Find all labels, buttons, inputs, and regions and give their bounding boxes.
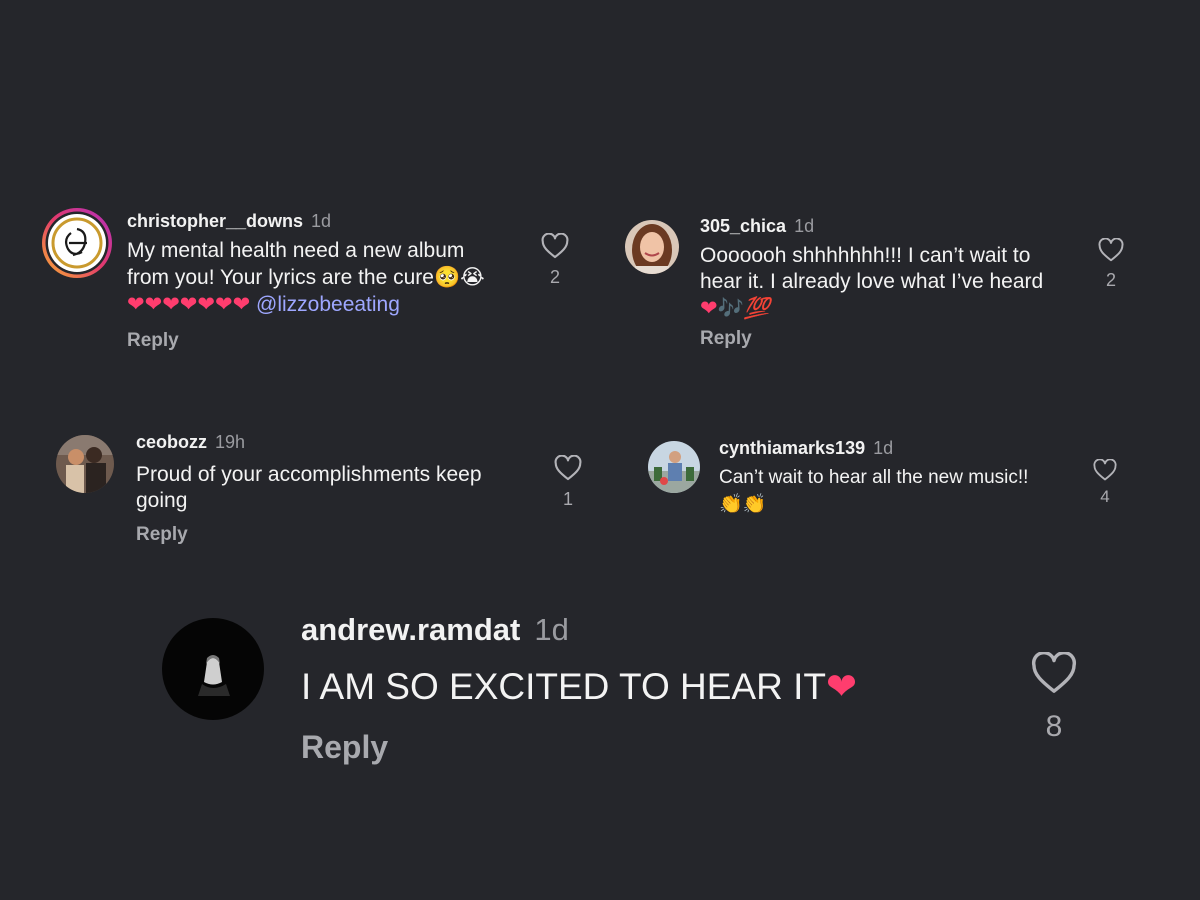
comment-line: Can’t wait to hear all the new music!! xyxy=(719,467,1029,488)
timestamp: 1d xyxy=(873,438,894,458)
like-button[interactable]: 2 xyxy=(538,233,572,288)
avatar[interactable] xyxy=(625,220,679,274)
username[interactable]: andrew.ramdat xyxy=(301,612,520,647)
reply-button[interactable]: Reply xyxy=(301,729,1001,766)
comment-line: My mental health need a new album xyxy=(127,239,465,262)
like-count: 8 xyxy=(1045,710,1063,743)
username[interactable]: 305_chica xyxy=(700,216,786,236)
like-count: 2 xyxy=(549,267,560,287)
timestamp: 1d xyxy=(794,216,815,236)
comment-line: Ooooooh shhhhhhh!!! I can’t wait to xyxy=(700,244,1031,267)
comment-line: hear it. I already love what I’ve heard xyxy=(700,270,1044,293)
heart-emoji: ❤ xyxy=(825,665,857,708)
clapping-hands-emoji: 👏👏 xyxy=(719,493,767,515)
hearts-emoji: ❤❤❤❤❤❤❤ xyxy=(127,292,251,316)
comment-text: Ooooooh shhhhhhh!!! I can’t wait to hear… xyxy=(700,243,1080,322)
mention-link[interactable]: @lizzobeeating xyxy=(256,293,400,316)
reply-button[interactable]: Reply xyxy=(136,524,536,546)
timestamp: 1d xyxy=(534,612,569,647)
username[interactable]: ceobozz xyxy=(136,432,207,452)
like-button[interactable]: 8 xyxy=(1029,652,1079,744)
like-button[interactable]: 1 xyxy=(551,455,585,510)
emoji: 🥺😭 xyxy=(433,265,485,289)
like-count: 4 xyxy=(1100,487,1110,506)
heart-outline-icon xyxy=(1031,652,1077,693)
avatar[interactable] xyxy=(56,435,114,493)
username[interactable]: christopher__downs xyxy=(127,211,303,231)
comment-line: I AM SO EXCITED TO HEAR IT xyxy=(301,666,826,707)
timestamp: 1d xyxy=(311,211,332,231)
like-count: 2 xyxy=(1105,270,1116,290)
reply-button[interactable]: Reply xyxy=(700,328,1080,350)
like-count: 1 xyxy=(562,489,573,509)
comment-line: going xyxy=(136,489,188,512)
hundred-emoji: 💯 xyxy=(743,296,770,320)
music-notes-emoji: 🎶 xyxy=(717,296,744,320)
reply-button[interactable]: Reply xyxy=(127,330,527,352)
avatar[interactable] xyxy=(41,207,113,279)
like-button[interactable]: 4 xyxy=(1088,459,1122,507)
comment-line: Proud of your accomplishments keep xyxy=(136,463,482,486)
comment-line: from you! Your lyrics are the cure xyxy=(127,266,434,289)
heart-outline-icon xyxy=(1093,459,1117,481)
username[interactable]: cynthiamarks139 xyxy=(719,438,865,458)
comment-text: Can’t wait to hear all the new music!! 👏… xyxy=(719,465,1079,518)
comment-text: Proud of your accomplishments keep going xyxy=(136,462,536,514)
comment-text: My mental health need a new album from y… xyxy=(127,238,527,318)
avatar[interactable] xyxy=(162,618,264,720)
timestamp: 19h xyxy=(215,432,246,452)
like-button[interactable]: 2 xyxy=(1094,238,1128,291)
heart-emoji: ❤ xyxy=(700,296,718,320)
heart-outline-icon xyxy=(554,455,582,481)
comment-text: I AM SO EXCITED TO HEAR IT❤ xyxy=(301,665,1001,709)
avatar[interactable] xyxy=(648,441,700,493)
heart-outline-icon xyxy=(541,233,569,259)
heart-outline-icon xyxy=(1098,238,1124,262)
